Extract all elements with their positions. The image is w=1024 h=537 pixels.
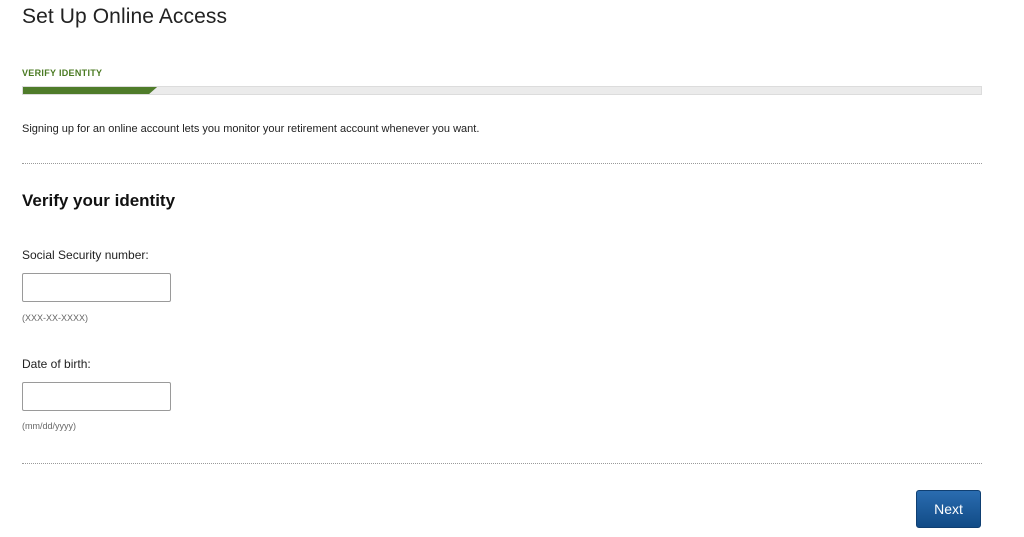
progress-bar — [22, 86, 982, 95]
ssn-label: Social Security number: — [22, 248, 149, 262]
progress-bar-fill — [23, 87, 157, 94]
section-heading: Verify your identity — [22, 191, 176, 210]
dob-label: Date of birth: — [22, 357, 91, 371]
next-button[interactable]: Next — [916, 490, 981, 528]
dob-input[interactable] — [22, 382, 171, 411]
ssn-input[interactable] — [22, 273, 171, 302]
divider — [22, 163, 982, 164]
divider — [22, 463, 982, 464]
intro-text: Signing up for an online account lets yo… — [22, 123, 480, 135]
ssn-format-hint: (XXX-XX-XXXX) — [22, 313, 89, 323]
step-label: VERIFY IDENTITY — [22, 68, 103, 78]
dob-format-hint: (mm/dd/yyyy) — [22, 421, 76, 431]
page-title: Set Up Online Access — [22, 5, 228, 28]
